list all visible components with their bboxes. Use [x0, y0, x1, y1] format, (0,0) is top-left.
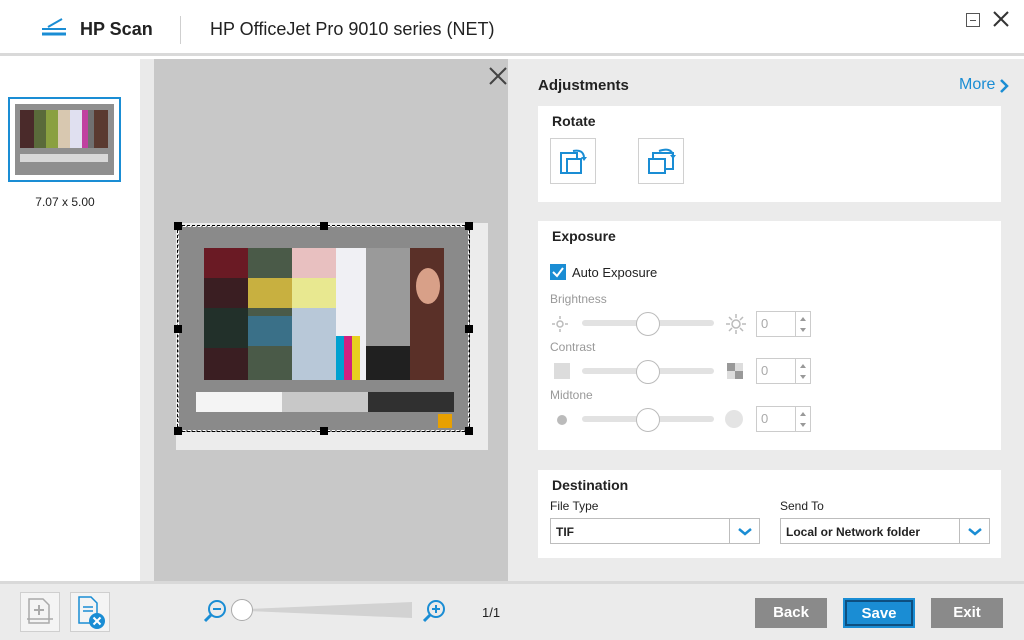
delete-page-button[interactable] — [70, 592, 110, 632]
chevron-down-icon — [968, 528, 982, 536]
close-preview-icon[interactable] — [488, 66, 508, 86]
rotate-right-icon — [648, 148, 676, 174]
zoom-out-icon[interactable] — [202, 598, 228, 624]
add-page-icon — [27, 598, 53, 624]
crop-handle[interactable] — [465, 222, 473, 230]
zoom-in-icon[interactable] — [421, 598, 447, 624]
device-name: HP OfficeJet Pro 9010 series (NET) — [210, 19, 495, 39]
chevron-down-icon — [738, 528, 752, 536]
crop-handle[interactable] — [320, 427, 328, 435]
contrast-label: Contrast — [550, 340, 596, 354]
contrast-slider-knob[interactable] — [636, 360, 660, 384]
crop-handle[interactable] — [174, 325, 182, 333]
chevron-right-icon[interactable] — [998, 78, 1010, 94]
brightness-slider-knob[interactable] — [636, 312, 660, 336]
save-button[interactable]: Save — [843, 598, 915, 628]
contrast-spinner[interactable] — [796, 358, 811, 384]
midtone-value-input[interactable]: 0 — [756, 406, 796, 432]
crop-frame[interactable] — [177, 225, 470, 432]
send-to-select[interactable]: Local or Network folder — [780, 518, 990, 544]
file-type-label: File Type — [550, 499, 599, 513]
rotate-right-button[interactable] — [638, 138, 684, 184]
contrast-value-input[interactable]: 0 — [756, 358, 796, 384]
thumbnail-image — [15, 104, 114, 175]
page-count: 1/1 — [482, 605, 501, 620]
rotate-section: Rotate — [538, 106, 1001, 202]
minimize-button[interactable] — [966, 13, 980, 27]
contrast-low-icon — [554, 363, 570, 379]
brightness-label: Brightness — [550, 292, 607, 306]
back-button[interactable]: Back — [755, 598, 827, 628]
crop-handle[interactable] — [174, 222, 182, 230]
rotate-left-button[interactable] — [550, 138, 596, 184]
adjustments-title: Adjustments — [538, 77, 629, 94]
file-type-value: TIF — [556, 525, 574, 539]
exit-button[interactable]: Exit — [931, 598, 1003, 628]
brightness-value-input[interactable]: 0 — [756, 311, 796, 337]
crop-handle[interactable] — [465, 325, 473, 333]
send-to-label: Send To — [780, 499, 824, 513]
scanner-logo-icon — [42, 18, 66, 36]
midtone-label: Midtone — [550, 388, 593, 402]
delete-page-icon — [78, 596, 105, 629]
zoom-slider-knob[interactable] — [231, 599, 253, 621]
contrast-high-icon — [727, 363, 743, 379]
add-page-button[interactable] — [20, 592, 60, 632]
file-type-dropdown-button[interactable] — [729, 519, 759, 543]
send-to-dropdown-button[interactable] — [959, 519, 989, 543]
close-window-icon[interactable] — [992, 10, 1010, 28]
file-type-select[interactable]: TIF — [550, 518, 760, 544]
destination-section: Destination — [538, 470, 1001, 558]
crop-handle[interactable] — [465, 427, 473, 435]
crop-handle[interactable] — [174, 427, 182, 435]
midtone-slider-knob[interactable] — [636, 408, 660, 432]
title-divider — [180, 16, 181, 44]
midtone-spinner[interactable] — [796, 406, 811, 432]
crop-handle[interactable] — [320, 222, 328, 230]
app-name: HP Scan — [80, 19, 153, 39]
rotate-title: Rotate — [552, 113, 596, 129]
auto-exposure-label[interactable]: Auto Exposure — [572, 265, 657, 280]
send-to-value: Local or Network folder — [786, 525, 921, 539]
brightness-low-icon — [552, 316, 568, 332]
destination-title: Destination — [552, 477, 629, 493]
brightness-high-icon — [726, 314, 746, 334]
rotate-left-icon — [560, 149, 587, 174]
exposure-title: Exposure — [552, 228, 616, 244]
midtone-low-icon — [557, 415, 567, 425]
checkmark-icon — [552, 267, 564, 278]
thumbnail-panel: 7.07 x 5.00 — [0, 59, 140, 581]
preview-gutter — [140, 59, 154, 581]
thumbnail-size-label: 7.07 x 5.00 — [35, 195, 95, 209]
scan-thumbnail[interactable] — [8, 97, 121, 182]
auto-exposure-checkbox[interactable] — [550, 264, 566, 280]
title-bar: HP Scan HP OfficeJet Pro 9010 series (NE… — [0, 0, 1024, 56]
brightness-spinner[interactable] — [796, 311, 811, 337]
midtone-high-icon — [725, 410, 743, 428]
more-link[interactable]: More — [959, 76, 995, 94]
